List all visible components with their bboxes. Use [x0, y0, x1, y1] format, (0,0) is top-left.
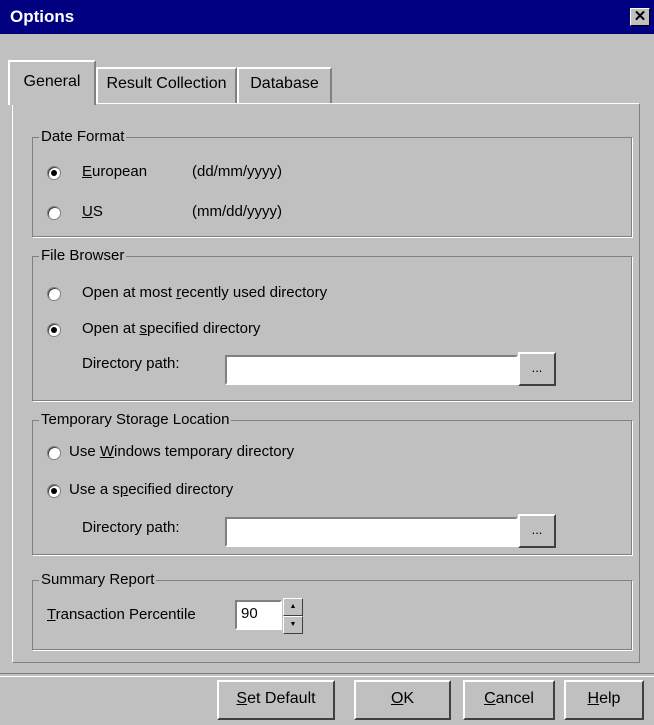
close-button[interactable]: ✕: [630, 8, 650, 26]
tab-result-collection[interactable]: Result Collection: [96, 67, 237, 104]
radio-european[interactable]: [47, 166, 61, 180]
spin-up-button[interactable]: ▲: [283, 598, 303, 616]
date-format-group: Date Format: [32, 128, 632, 237]
radio-us-label[interactable]: US: [82, 203, 103, 221]
btn-mnemonic: S: [236, 690, 248, 707]
btn-mnemonic: H: [587, 690, 600, 707]
tab-label: General: [23, 73, 81, 90]
tab-database[interactable]: Database: [237, 67, 332, 104]
radio-recent-directory[interactable]: [47, 287, 61, 301]
spin-up-icon: ▲: [289, 603, 297, 610]
radio-specified-directory[interactable]: [47, 323, 61, 337]
spin-down-icon: ▼: [289, 621, 297, 628]
btn-label: elp: [599, 690, 621, 707]
btn-label: et Default: [247, 690, 316, 707]
tab-label: Result Collection: [106, 75, 227, 92]
european-format-hint: (dd/mm/yyyy): [192, 163, 282, 180]
browse-button[interactable]: ...: [518, 352, 556, 386]
spin-down-button[interactable]: ▼: [283, 616, 303, 634]
radio-recent-directory-label[interactable]: Open at most recently used directory: [82, 284, 327, 302]
percentile-value: 90: [241, 605, 258, 622]
set-default-button[interactable]: Set Default: [217, 680, 335, 720]
radio-dot: [51, 488, 57, 494]
radio-windows-temp-label[interactable]: Use Windows temporary directory: [69, 443, 294, 461]
temp-browse-button[interactable]: ...: [518, 514, 556, 548]
percentile-spinner: ▲ ▼: [283, 598, 303, 634]
radio-specified-temp-label[interactable]: Use a specified directory: [69, 481, 233, 499]
transaction-percentile-label: Transaction Percentile: [47, 606, 196, 623]
help-button[interactable]: Help: [564, 680, 644, 720]
radio-dot: [51, 170, 57, 176]
btn-label: K: [403, 690, 415, 707]
radio-european-label[interactable]: European: [82, 163, 147, 181]
directory-path-label: Directory path:: [82, 355, 180, 372]
browse-label: ...: [531, 522, 543, 537]
window-title: Options: [10, 7, 75, 26]
transaction-percentile-input[interactable]: 90: [235, 600, 282, 630]
radio-dot: [51, 327, 57, 333]
cancel-button[interactable]: Cancel: [463, 680, 555, 720]
temp-path-input[interactable]: [225, 517, 518, 547]
us-format-hint: (mm/dd/yyyy): [192, 203, 282, 220]
group-legend: Summary Report: [39, 571, 157, 589]
tab-general[interactable]: General: [8, 60, 96, 105]
ok-button[interactable]: OK: [354, 680, 451, 720]
radio-windows-temp[interactable]: [47, 446, 61, 460]
directory-path-input[interactable]: [225, 355, 518, 385]
options-dialog: Options ✕ General Result Collection Data…: [0, 0, 654, 725]
group-legend: Date Format: [39, 128, 127, 146]
browse-label: ...: [531, 360, 543, 375]
close-icon: ✕: [633, 8, 647, 25]
tab-label: Database: [250, 75, 319, 92]
title-bar[interactable]: Options ✕: [0, 0, 654, 34]
btn-mnemonic: C: [484, 690, 496, 707]
radio-us[interactable]: [47, 206, 61, 220]
group-legend: Temporary Storage Location: [39, 411, 232, 429]
btn-label: ancel: [495, 690, 534, 707]
radio-specified-directory-label[interactable]: Open at specified directory: [82, 320, 260, 338]
btn-mnemonic: O: [390, 690, 404, 707]
radio-specified-temp[interactable]: [47, 484, 61, 498]
temp-path-label: Directory path:: [82, 519, 180, 536]
footer-separator: [0, 673, 654, 677]
group-legend: File Browser: [39, 247, 127, 265]
